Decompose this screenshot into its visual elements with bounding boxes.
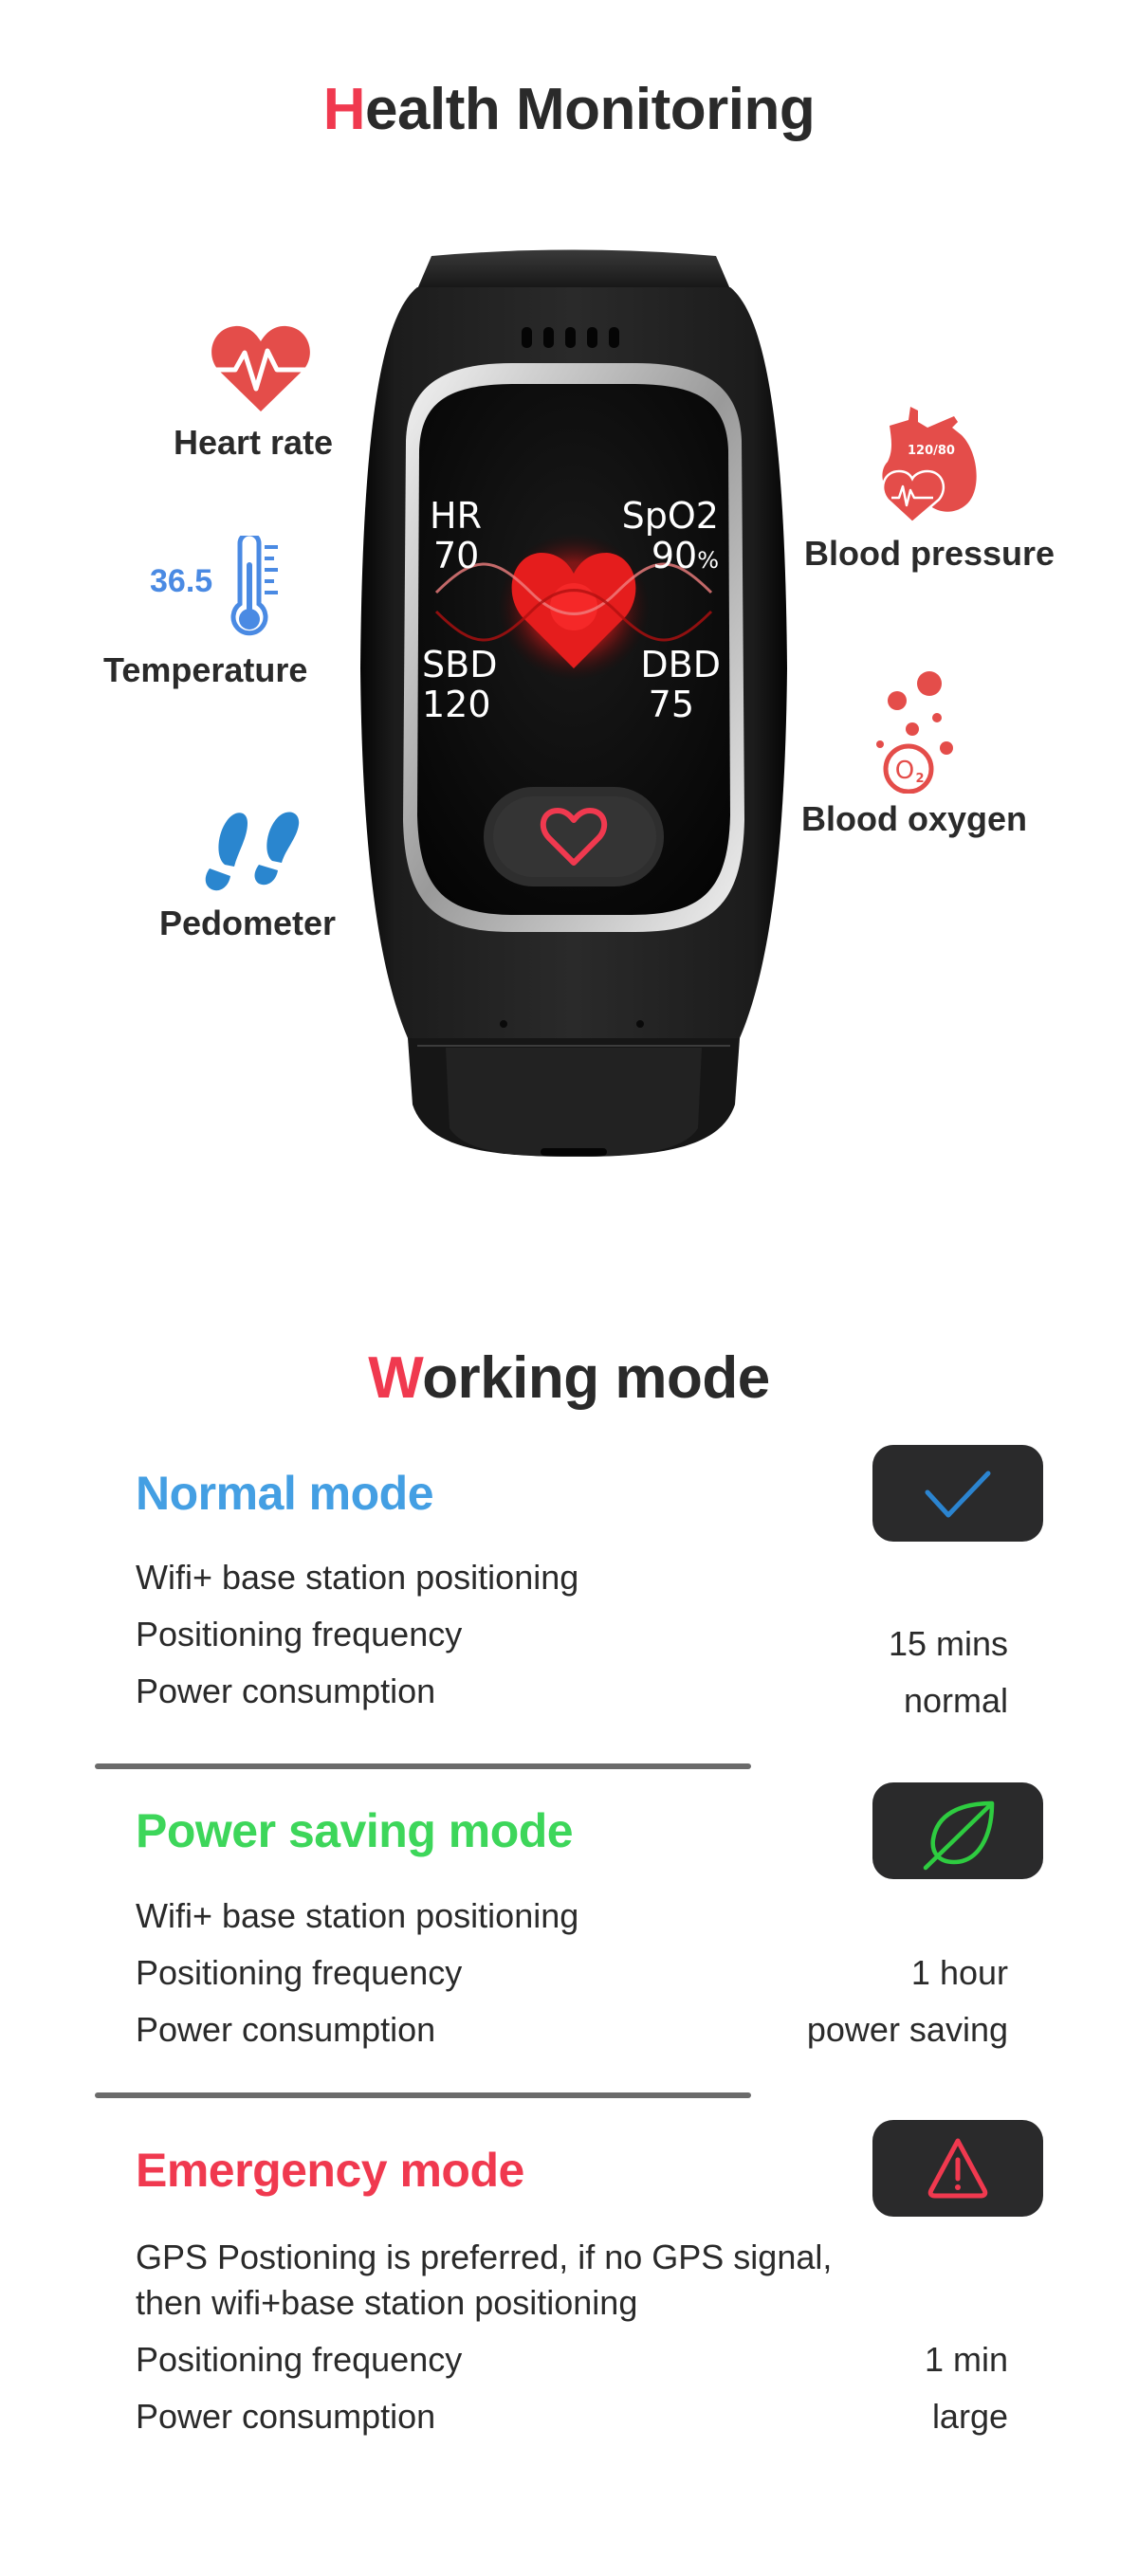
smartwatch-image: HR 70 SpO2 90% SBD 120 DBD 75: [351, 249, 797, 1161]
sbd-label: SBD: [422, 644, 498, 685]
dbd-label: DBD: [640, 644, 721, 685]
heart-pulse-icon: [211, 325, 310, 411]
feature-temperature: 36.5 Temperature: [100, 531, 346, 692]
spo2-label: SpO2: [621, 495, 719, 537]
frequency-value: 1 hour: [910, 1953, 1008, 1992]
oxygen-subscript: 2: [915, 772, 924, 786]
temperature-label: Temperature: [103, 650, 308, 689]
hr-label: HR: [430, 495, 482, 537]
footprints-icon: [205, 812, 300, 891]
mode-icon-box: [872, 1782, 1043, 1879]
title-rest: ealth Monitoring: [365, 77, 816, 142]
hr-value: 70: [433, 535, 480, 576]
warning-triangle-icon: [927, 2138, 988, 2199]
hr-reading: HR 70: [430, 496, 482, 575]
dbd-reading: DBD 75: [626, 645, 721, 724]
mode-line: Positioning frequency: [136, 2340, 463, 2379]
blood-pressure-label: Blood pressure: [804, 534, 1055, 573]
pedometer-label: Pedometer: [159, 904, 337, 942]
oxygen-bubbles-icon: O 2: [876, 671, 953, 794]
watch-body-graphic: [360, 249, 787, 1157]
feature-pedometer: Pedometer: [152, 806, 351, 948]
spo2-value: 90: [651, 535, 698, 576]
spo2-unit: %: [697, 547, 719, 574]
title-accent-letter: H: [322, 77, 366, 142]
mode-line: Positioning frequency: [136, 1615, 463, 1653]
mode-line: Wifi+ base station positioning: [136, 1558, 579, 1597]
title-rest: orking mode: [422, 1345, 770, 1411]
mode-line: GPS Postioning is preferred, if no GPS s…: [136, 2238, 833, 2276]
mode-line: Power consumption: [136, 1672, 436, 1710]
blood-pressure-icon-text: 120/80: [908, 444, 955, 458]
feature-blood-pressure: 120/80 Blood pressure: [797, 403, 1072, 574]
feature-heart-rate: Heart rate: [171, 318, 351, 469]
mode-line: Wifi+ base station positioning: [136, 1896, 579, 1935]
sbd-value: 120: [422, 684, 491, 725]
working-mode-title: Working mode: [0, 1344, 1138, 1412]
divider: [95, 1763, 751, 1769]
checkmark-icon: [925, 1471, 991, 1518]
mode-title: Power saving mode: [136, 1804, 574, 1857]
mode-title: Emergency mode: [136, 2144, 524, 2197]
spo2-value-row: 90%: [616, 536, 719, 580]
mode-icon-box: [872, 1445, 1043, 1542]
feature-blood-oxygen: O 2 Blood oxygen: [797, 668, 1072, 849]
health-monitoring-title: Health Monitoring: [0, 76, 1138, 143]
mode-line: Power consumption: [136, 2397, 436, 2436]
mode-title: Normal mode: [136, 1467, 434, 1520]
title-accent-letter: W: [368, 1345, 423, 1411]
dbd-value: 75: [648, 684, 694, 725]
power-value: large: [931, 2397, 1008, 2436]
mode-line: Positioning frequency: [136, 1953, 463, 1992]
heart-rate-label: Heart rate: [174, 423, 334, 462]
spo2-reading: SpO2 90%: [616, 496, 719, 580]
frequency-value: 15 mins: [888, 1624, 1008, 1663]
frequency-value: 1 min: [924, 2340, 1008, 2379]
oxygen-symbol: O: [895, 757, 914, 785]
power-value: power saving: [806, 2010, 1008, 2049]
mode-line: then wifi+base station positioning: [136, 2283, 638, 2322]
divider: [95, 2092, 751, 2098]
sbd-reading: SBD 120: [422, 645, 497, 724]
thermometer-icon: [230, 536, 278, 636]
blood-oxygen-label: Blood oxygen: [801, 799, 1028, 838]
leaf-icon: [923, 1800, 995, 1871]
heart-organ-icon: 120/80: [881, 407, 977, 524]
mode-icon-box: [872, 2120, 1043, 2217]
mode-line: Power consumption: [136, 2010, 436, 2049]
power-value: normal: [903, 1681, 1008, 1720]
temperature-value: 36.5: [150, 563, 213, 599]
